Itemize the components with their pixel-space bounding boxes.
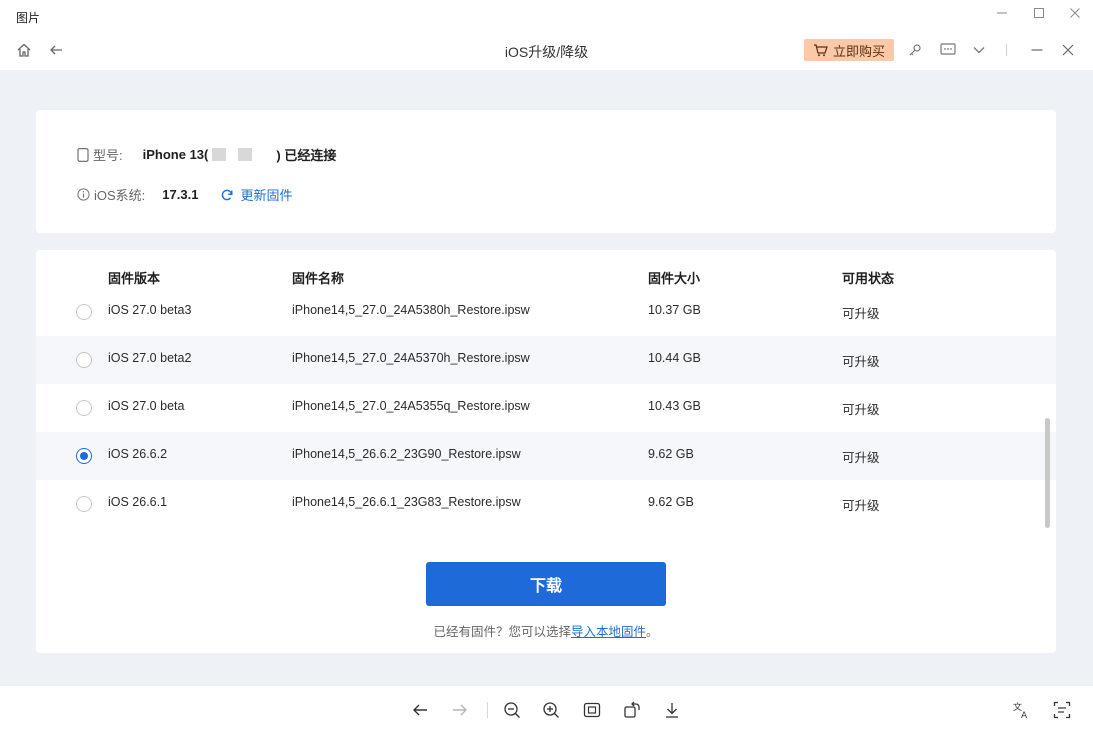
row-version: iOS 26.6.2 [108,447,168,461]
row-size: 9.62 GB [648,447,694,461]
ios-row: iOS系统: 17.3.1 更新固件 [77,185,292,204]
row-status: 可升级 [842,451,880,465]
header-size: 固件大小 [648,271,701,286]
ios-label: iOS系统: [94,188,146,203]
ocr-scan-icon[interactable] [1051,700,1073,720]
import-local-firmware-link[interactable]: 导入本地固件 [571,625,646,639]
row-name: iPhone14,5_27.0_24A5355q_Restore.ipsw [292,399,530,413]
app-minimize-icon[interactable] [1027,40,1047,60]
row-radio[interactable] [76,304,92,320]
import-hint: 已经有固件？您可以选择导入本地固件。 [36,621,1056,640]
row-version: iOS 27.0 beta3 [108,303,192,317]
header-status: 可用状态 [842,271,895,286]
model-value-prefix: iPhone 13( [142,147,209,162]
list-scrollbar[interactable] [1045,418,1050,528]
firmware-list-card: 固件版本 固件名称 固件大小 可用状态 iOS 27.0 beta3 iPhon… [36,250,1056,653]
download-button[interactable]: 下载 [426,562,666,606]
ios-value: 17.3.1 [162,187,199,202]
firmware-row[interactable]: iOS 27.0 beta iPhone14,5_27.0_24A5355q_R… [36,384,1056,432]
row-version: iOS 27.0 beta2 [108,351,192,365]
header-divider [1006,44,1007,56]
header-name: 固件名称 [292,271,345,286]
row-radio[interactable] [76,496,92,512]
row-name: iPhone14,5_26.6.2_23G90_Restore.ipsw [292,447,521,461]
firmware-row[interactable]: iOS 26.6.1 iPhone14,5_26.6.1_23G83_Resto… [36,480,1056,528]
app-close-icon[interactable] [1058,40,1078,60]
firmware-row[interactable]: iOS 27.0 beta3 iPhone14,5_27.0_24A5380h_… [36,288,1056,336]
row-status: 可升级 [842,307,880,321]
row-status: 可升级 [842,403,880,417]
model-value-suffix: ) 已经连接 [276,148,337,163]
import-hint-text: 已经有固件？您可以选择 [433,625,571,639]
zoom-out-icon[interactable] [501,700,523,720]
previous-icon[interactable] [409,700,431,720]
buy-now-label: 立即购买 [832,43,885,59]
actual-size-icon[interactable] [581,700,603,720]
toolbar-divider [487,702,488,718]
row-size: 10.37 GB [648,303,701,317]
app-title: iOS升级/降级 [504,44,589,60]
app-header: iOS升级/降级 立即购买 [0,30,1093,70]
key-icon[interactable] [905,40,925,60]
zoom-in-icon[interactable] [540,700,562,720]
row-size: 10.43 GB [648,399,701,413]
device-info-card: 型号: iPhone 13( ) 已经连接 iOS系统: 17.3.1 更新固件 [36,110,1056,233]
firmware-row[interactable]: iOS 27.0 beta2 iPhone14,5_27.0_24A5370h_… [36,336,1056,384]
next-icon[interactable] [449,700,471,720]
row-name: iPhone14,5_27.0_24A5370h_Restore.ipsw [292,351,530,365]
viewer-titlebar: 图片 [0,0,1093,30]
row-status: 可升级 [842,355,880,369]
maximize-icon[interactable] [1027,4,1051,22]
import-hint-end: 。 [646,625,659,639]
cart-icon [813,44,828,57]
update-firmware-label: 更新固件 [240,188,293,203]
masked-serial-2 [238,148,253,161]
row-version: iOS 26.6.1 [108,495,168,509]
row-name: iPhone14,5_27.0_24A5380h_Restore.ipsw [292,303,530,317]
download-image-icon[interactable] [661,700,683,720]
model-label: 型号: [93,148,123,163]
row-radio[interactable] [76,400,92,416]
chevron-down-icon[interactable] [969,40,989,60]
masked-serial-1 [212,148,227,161]
refresh-icon [222,189,233,200]
viewer-toolbar: 文A [0,686,1093,734]
row-version: iOS 27.0 beta [108,399,185,413]
translate-icon[interactable]: 文A [1011,700,1033,720]
minimize-icon[interactable] [990,4,1014,22]
row-name: iPhone14,5_26.6.1_23G83_Restore.ipsw [292,495,521,509]
row-size: 10.44 GB [648,351,701,365]
row-radio-selected[interactable] [76,448,92,464]
main-area: 型号: iPhone 13( ) 已经连接 iOS系统: 17.3.1 更新固件… [0,70,1093,686]
row-status: 可升级 [842,499,880,513]
model-row: 型号: iPhone 13( ) 已经连接 [77,145,336,164]
svg-text:A: A [1021,711,1028,720]
row-size: 9.62 GB [648,495,694,509]
header-version: 固件版本 [108,271,161,286]
update-firmware-link[interactable]: 更新固件 [220,185,292,204]
row-radio[interactable] [76,352,92,368]
viewer-title: 图片 [16,11,41,25]
info-icon [77,188,90,201]
buy-now-button[interactable]: 立即购买 [804,39,894,61]
rotate-icon[interactable] [621,700,643,720]
firmware-row-selected[interactable]: iOS 26.6.2 iPhone14,5_26.6.2_23G90_Resto… [36,432,1056,480]
feedback-icon[interactable] [938,40,958,60]
phone-icon [77,147,89,162]
close-window-icon[interactable] [1063,4,1087,22]
